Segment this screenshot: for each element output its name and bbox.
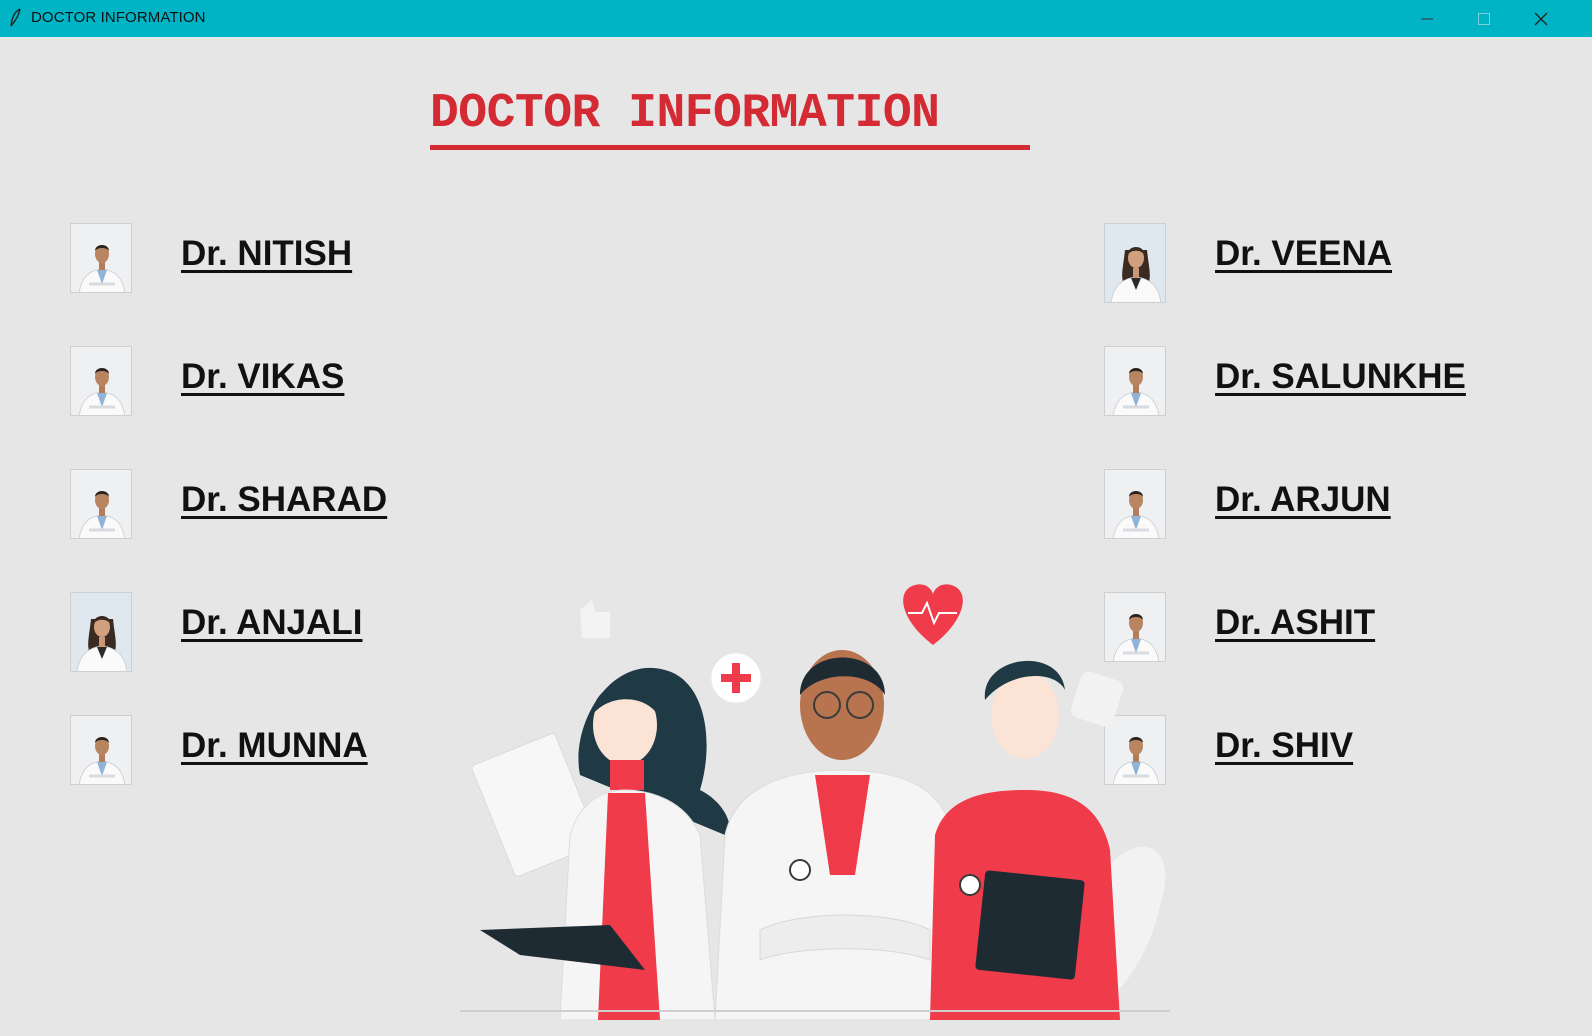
feather-icon: [8, 8, 24, 28]
doctor-name-link[interactable]: Dr. SHARAD: [181, 480, 387, 520]
close-icon: [1534, 12, 1548, 25]
medical-team-illustration: [460, 584, 1170, 1020]
doctor-name-link[interactable]: Dr. VIKAS: [181, 357, 344, 397]
doctor-photo: [1104, 469, 1166, 539]
doctor-photo: [1104, 223, 1166, 303]
doctor-photo: [70, 469, 132, 539]
window-title: DOCTOR INFORMATION: [31, 9, 206, 26]
medical-cross-icon: [710, 652, 762, 704]
doctor-name-link[interactable]: Dr. SALUNKHE: [1215, 357, 1466, 397]
doctor-name-link[interactable]: Dr. VEENA: [1215, 234, 1392, 274]
maximize-button[interactable]: [1455, 0, 1513, 37]
minimize-icon: [1421, 18, 1433, 19]
page-title: DOCTOR INFORMATION: [430, 86, 1030, 150]
minimize-button[interactable]: [1398, 0, 1456, 37]
doctor-photo: [1104, 346, 1166, 416]
doctor-photo: [70, 346, 132, 416]
close-button[interactable]: [1512, 0, 1570, 37]
doctor-name-link[interactable]: Dr. MUNNA: [181, 726, 368, 766]
heart-icon: [903, 584, 963, 645]
doctor-photo: [70, 592, 132, 672]
doctor-photo: [70, 223, 132, 293]
title-bar: DOCTOR INFORMATION: [0, 0, 1592, 37]
doctor-name-link[interactable]: Dr. SHIV: [1215, 726, 1353, 766]
doctor-name-link[interactable]: Dr. ANJALI: [181, 603, 363, 643]
doctor-name-link[interactable]: Dr. ARJUN: [1215, 480, 1391, 520]
doctor-name-link[interactable]: Dr. ASHIT: [1215, 603, 1375, 643]
doctor-photo: [70, 715, 132, 785]
thumbs-up-icon: [580, 600, 610, 638]
maximize-icon: [1478, 12, 1490, 25]
doctor-name-link[interactable]: Dr. NITISH: [181, 234, 352, 274]
